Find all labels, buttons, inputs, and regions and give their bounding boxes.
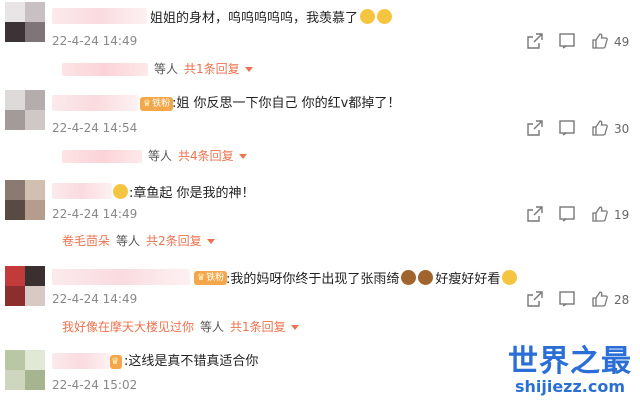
thumbs-up-icon[interactable] (591, 32, 609, 50)
comment-item: :章鱼起 你是我的神！ 22-4-24 14:49 19 卷毛茴朵 等人 共2条回复 (0, 172, 640, 256)
chevron-down-icon (244, 67, 253, 72)
comment-item: ♛铁粉 :姐 你反思一下你自己 你的红v都掉了！ 22-4-24 14:54 3… (0, 84, 640, 172)
username-blurred[interactable] (52, 269, 190, 285)
fan-badge: ♛铁粉 (140, 97, 174, 111)
share-icon[interactable] (526, 32, 544, 50)
reply-user-name[interactable]: 卷毛茴朵 (62, 234, 110, 248)
crying-emoji-icon (360, 9, 376, 24)
reply-count-link[interactable]: 共1条回复 (184, 62, 240, 76)
reply-summary[interactable]: 等人 共4条回复 (62, 149, 247, 163)
crying-emoji-icon (377, 9, 393, 24)
comment-item: 姐姐的身材，呜呜呜呜呜，我羡慕了 22-4-24 14:49 49 等人 共1条回… (0, 0, 640, 84)
comment-icon[interactable] (558, 119, 576, 137)
monkey-emoji-icon (418, 270, 434, 285)
happy-cry-emoji-icon (502, 270, 518, 285)
username-blurred[interactable] (52, 183, 112, 199)
comment-icon[interactable] (558, 32, 576, 50)
share-icon[interactable] (526, 290, 544, 308)
fan-badge: ♛铁粉 (194, 271, 228, 285)
like-count: 19 (614, 208, 630, 222)
chevron-down-icon (290, 325, 299, 330)
avatar[interactable] (5, 350, 45, 390)
comment-text: :我的妈呀你终于出现了张雨绮 好瘦好好看 (226, 270, 518, 288)
fan-badge: ♛ (110, 355, 122, 369)
share-icon[interactable] (526, 119, 544, 137)
comment-time: 22-4-24 14:49 (52, 207, 138, 221)
share-icon[interactable] (526, 205, 544, 223)
avatar[interactable] (5, 180, 45, 220)
avatar[interactable] (5, 90, 45, 130)
thumbs-up-icon[interactable] (591, 205, 609, 223)
comment-time: 22-4-24 15:02 (52, 378, 138, 392)
comment-icon[interactable] (558, 290, 576, 308)
reply-count-link[interactable]: 共1条回复 (230, 320, 286, 334)
comment-time: 22-4-24 14:49 (52, 292, 138, 306)
watermark-title: 世界之最 (508, 344, 632, 379)
reply-summary[interactable]: 我好像在摩天大楼见过你 等人 共1条回复 (62, 320, 299, 334)
comment-time: 22-4-24 14:54 (52, 121, 138, 135)
reply-user-blurred[interactable] (62, 63, 148, 76)
username-blurred[interactable] (52, 353, 110, 369)
reply-summary[interactable]: 等人 共1条回复 (62, 62, 253, 76)
comment-text: 姐姐的身材，呜呜呜呜呜，我羡慕了 (150, 9, 393, 27)
like-count: 30 (614, 122, 630, 136)
avatar[interactable] (5, 2, 45, 42)
avatar[interactable] (5, 266, 45, 306)
comment-text: :章鱼起 你是我的神！ (113, 184, 255, 202)
comment-item: ♛铁粉 :我的妈呀你终于出现了张雨绮 好瘦好好看 22-4-24 14:49 28… (0, 256, 640, 342)
like-count: 49 (614, 35, 630, 49)
chevron-down-icon (206, 239, 215, 244)
comment-text: :这线是真不错真适合你 (124, 354, 259, 369)
reply-count-link[interactable]: 共2条回复 (146, 234, 202, 248)
comment-icon[interactable] (558, 205, 576, 223)
site-watermark: 世界之最 shijiezz.com (508, 346, 632, 396)
reply-user-name[interactable]: 我好像在摩天大楼见过你 (62, 320, 194, 334)
smile-emoji-icon (113, 184, 128, 199)
reply-user-blurred[interactable] (62, 150, 142, 163)
comment-time: 22-4-24 14:49 (52, 34, 138, 48)
thumbs-up-icon[interactable] (591, 290, 609, 308)
like-count: 28 (614, 293, 630, 307)
username-blurred[interactable] (52, 8, 147, 24)
thumbs-up-icon[interactable] (591, 119, 609, 137)
reply-count-link[interactable]: 共4条回复 (178, 149, 234, 163)
watermark-url: shijiezz.com (514, 377, 626, 396)
username-blurred[interactable] (52, 95, 138, 111)
monkey-emoji-icon (401, 270, 417, 285)
reply-summary[interactable]: 卷毛茴朵 等人 共2条回复 (62, 234, 215, 248)
comment-text: :姐 你反思一下你自己 你的红v都掉了！ (172, 96, 401, 111)
chevron-down-icon (238, 154, 247, 159)
